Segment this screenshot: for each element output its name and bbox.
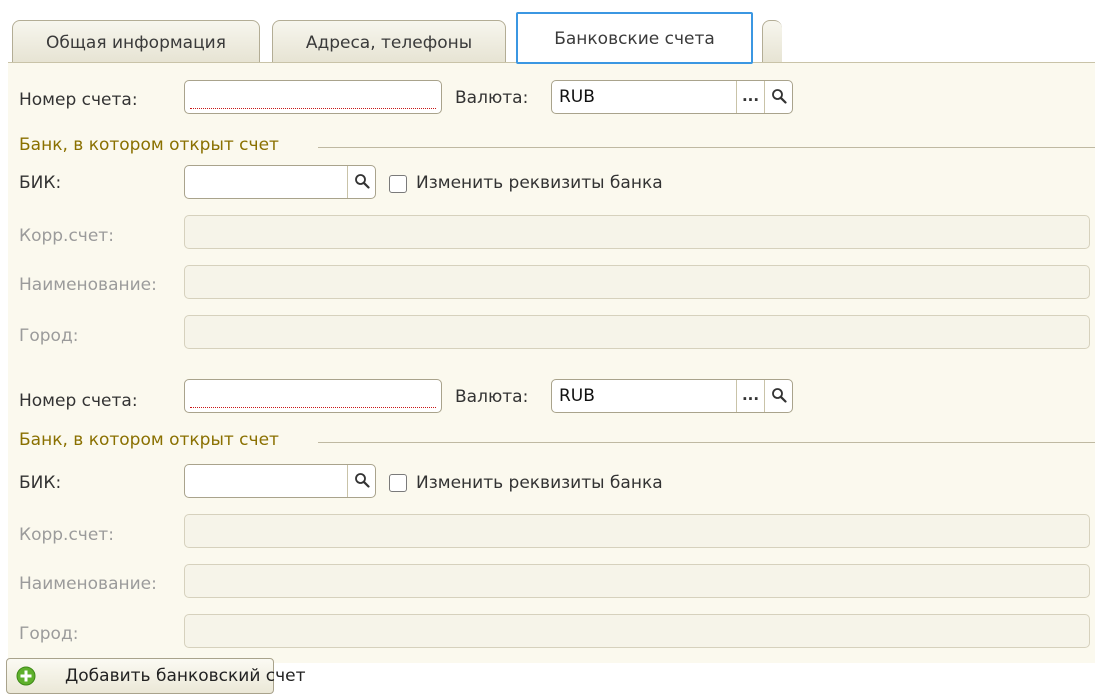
bank-group-title: Банк, в котором открыт счет [19, 430, 285, 450]
account-number-label: Номер счета: [19, 90, 138, 110]
account-number-label: Номер счета: [19, 391, 138, 411]
currency-input[interactable]: RUB ... [551, 379, 793, 413]
city-label: Город: [19, 624, 79, 644]
corr-account-input [184, 514, 1090, 548]
currency-label: Валюта: [455, 387, 529, 407]
corr-account-label: Корр.счет: [19, 525, 114, 545]
bik-label: БИК: [19, 473, 62, 493]
currency-input[interactable]: RUB ... [551, 80, 793, 114]
currency-value: RUB [559, 386, 595, 406]
tab-addresses-phones[interactable]: Адреса, телефоны [272, 20, 506, 64]
currency-label: Валюта: [455, 88, 529, 108]
magnifier-icon [771, 388, 787, 403]
tab-bank-accounts[interactable]: Банковские счета [516, 12, 753, 64]
magnifier-icon [354, 174, 370, 189]
currency-search-button[interactable] [764, 81, 792, 113]
corr-account-label: Корр.счет: [19, 226, 114, 246]
currency-select-button[interactable]: ... [736, 81, 764, 113]
bank-name-label: Наименование: [19, 574, 157, 594]
magnifier-icon [354, 473, 370, 488]
currency-search-button[interactable] [764, 380, 792, 412]
bik-label: БИК: [19, 173, 62, 193]
bank-name-input [184, 564, 1090, 598]
ellipsis-icon: ... [741, 386, 760, 404]
bank-group-divider [318, 147, 1095, 148]
currency-select-button[interactable]: ... [736, 380, 764, 412]
currency-value: RUB [559, 87, 595, 107]
add-bank-account-button[interactable]: Добавить банковский счет [6, 658, 306, 694]
tab-bar: Общая информация Адреса, телефоны Банков… [0, 0, 1095, 64]
magnifier-icon [771, 89, 787, 104]
city-label: Город: [19, 326, 79, 346]
bank-name-input [184, 265, 1090, 299]
ellipsis-icon: ... [741, 87, 760, 105]
change-bank-details-label[interactable]: Изменить реквизиты банка [416, 173, 663, 193]
city-input [184, 614, 1090, 648]
change-bank-details-checkbox[interactable] [389, 175, 407, 193]
tab-general-info[interactable]: Общая информация [12, 20, 260, 64]
bank-accounts-panel: Номер счета: Валюта: RUB ... Банк, в кот… [8, 62, 1095, 663]
plus-circle-icon [16, 666, 36, 686]
corr-account-input [184, 215, 1090, 249]
account-number-input[interactable] [184, 80, 442, 114]
bik-input[interactable] [184, 464, 376, 498]
bank-group-title: Банк, в котором открыт счет [19, 135, 285, 155]
bank-name-label: Наименование: [19, 275, 157, 295]
bik-input[interactable] [184, 165, 376, 199]
bank-group-divider [318, 442, 1095, 443]
account-number-input[interactable] [184, 379, 442, 413]
tab-more-partial[interactable] [762, 20, 782, 64]
change-bank-details-label[interactable]: Изменить реквизиты банка [416, 473, 663, 493]
bik-search-button[interactable] [347, 166, 375, 198]
bik-search-button[interactable] [347, 465, 375, 497]
change-bank-details-checkbox[interactable] [389, 474, 407, 492]
city-input [184, 315, 1090, 349]
add-bank-account-label: Добавить банковский счет [65, 666, 306, 686]
